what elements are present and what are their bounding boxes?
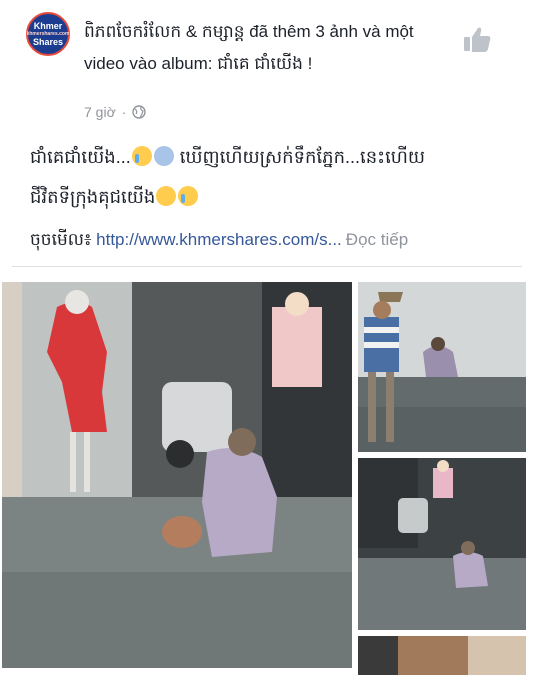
post-link-line: ចុចមើល៖ http://www.khmershares.com/s... Đ… — [30, 226, 520, 254]
avatar-logo-text-top: Khmer — [33, 21, 63, 31]
link-prefix: ចុចមើល៖ — [30, 230, 97, 249]
album-photo-2[interactable] — [358, 282, 526, 452]
facebook-post-card: Khmer khmershares.com Shares ពិភពចែករំលែ… — [0, 0, 534, 675]
crying-face-icon — [131, 146, 152, 166]
article-link[interactable]: http://www.khmershares.com/s... — [96, 230, 342, 249]
partial-photo-image — [358, 636, 526, 675]
post-header: ពិភពចែករំលែក & កម្សាន្ត đã thêm 3 ảnh và… — [84, 16, 454, 80]
album-name-link[interactable]: ជាំគេ ជាំយើង ! — [217, 54, 312, 73]
page-avatar[interactable]: Khmer khmershares.com Shares — [26, 12, 70, 56]
avatar-logo-text-bottom: Shares — [32, 37, 64, 47]
fearful-face-icon — [153, 146, 174, 166]
album-photo-main[interactable] — [2, 282, 352, 668]
divider — [12, 266, 522, 267]
sad-tear-face-icon — [178, 186, 199, 206]
meta-separator: · — [121, 104, 127, 120]
album-photo-4[interactable] — [358, 636, 526, 675]
read-more-link[interactable]: Đọc tiếp — [346, 230, 408, 249]
thumbs-up-icon[interactable] — [462, 24, 492, 54]
post-text-line-2: ជីវិតទីក្រុងគុជយើង — [30, 180, 510, 214]
post-text-part-1: ជាំគេជាំយើង... — [30, 147, 131, 167]
flood-street-image — [358, 282, 526, 452]
flood-shopfront-image — [358, 458, 526, 630]
album-photo-3[interactable] — [358, 458, 526, 630]
flood-scene-image — [2, 282, 352, 668]
post-meta: 7 giờ · — [84, 104, 147, 120]
page-name-link[interactable]: ពិភពចែករំលែក & កម្សាន្ត — [84, 22, 245, 41]
post-text-part-3: ជីវិតទីក្រុងគុជយើង — [30, 187, 156, 207]
globe-icon[interactable] — [132, 105, 147, 119]
worried-face-icon — [156, 186, 177, 206]
post-text-line-1: ជាំគេជាំយើង... ឃើញហើយស្រក់ទឹកភ្នែក...នេះ… — [30, 140, 510, 174]
post-timestamp[interactable]: 7 giờ — [84, 104, 116, 120]
post-text-part-2: ឃើញហើយស្រក់ទឹកភ្នែក...នេះហើយ — [174, 147, 426, 167]
